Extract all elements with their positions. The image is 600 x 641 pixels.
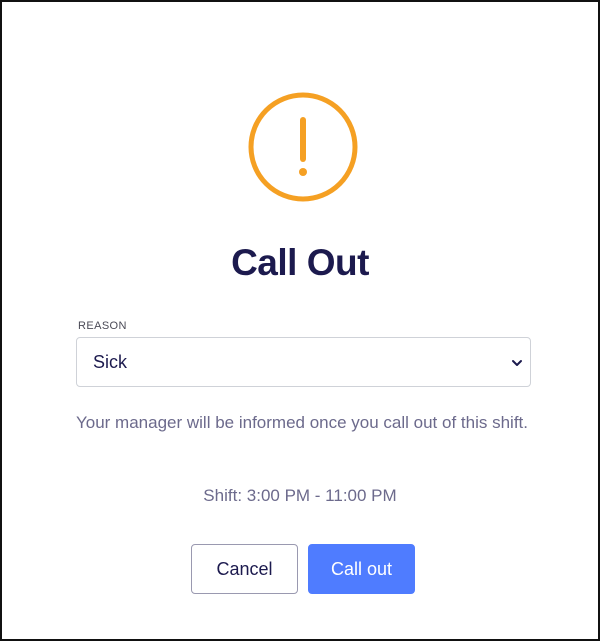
call-out-dialog: Call Out REASON Sick Your manager will b… [0, 0, 600, 641]
info-message: Your manager will be informed once you c… [75, 413, 528, 432]
reason-selected-value: Sick [93, 352, 128, 372]
reason-label: REASON [78, 320, 127, 332]
call-out-button[interactable]: Call out [308, 544, 415, 594]
reason-select[interactable]: Sick [76, 337, 531, 387]
warning-exclamation-icon [248, 92, 358, 202]
chevron-down-icon [512, 360, 522, 366]
shift-time: Shift: 3:00 PM - 11:00 PM [203, 486, 397, 505]
cancel-button[interactable]: Cancel [191, 544, 298, 594]
dialog-title: Call Out [231, 242, 369, 283]
